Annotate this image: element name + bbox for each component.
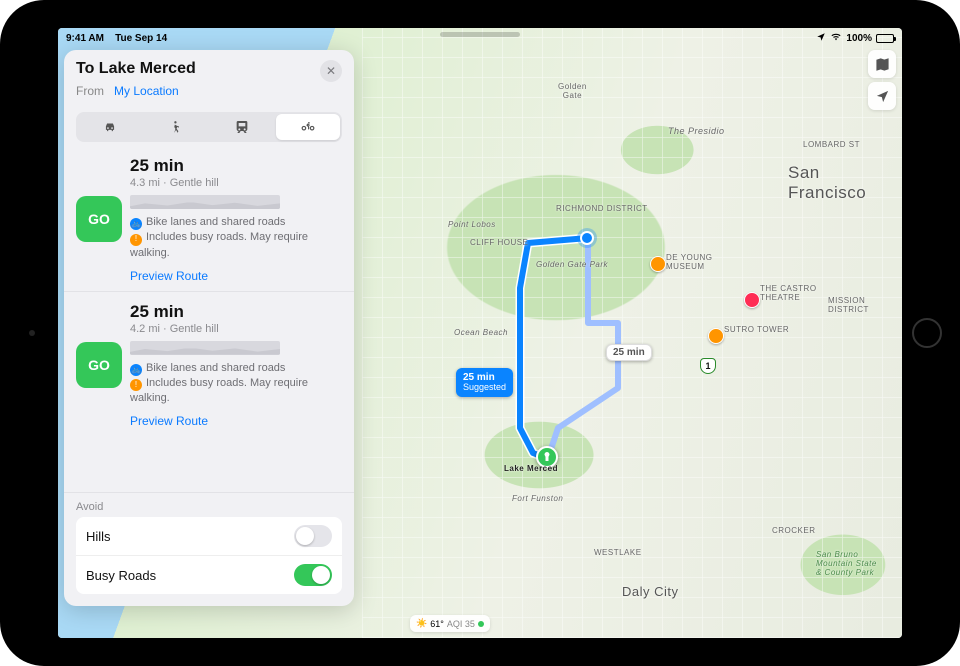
- label-presidio: The Presidio: [668, 126, 725, 136]
- battery-percent: 100%: [846, 33, 872, 44]
- weather-aqi: AQI 35: [447, 619, 475, 629]
- label-fort-funston: Fort Funston: [512, 494, 563, 503]
- advisory-bike: Bike lanes and shared roads: [146, 362, 285, 374]
- status-time: 9:41 AM: [66, 33, 104, 44]
- label-sf: San Francisco: [788, 163, 902, 203]
- avoid-row-busy: Busy Roads: [76, 555, 342, 594]
- route-duration: 25 min: [130, 156, 342, 176]
- label-golden-gate: Golden Gate: [558, 82, 587, 100]
- route-badge-suggested[interactable]: 25 min Suggested: [456, 368, 513, 397]
- highway-shield-1: 1: [700, 358, 716, 374]
- weather-temp: 61°: [430, 619, 444, 629]
- label-daly: Daly City: [622, 584, 679, 599]
- label-lake-merced: Lake Merced: [504, 464, 558, 473]
- locate-me-button[interactable]: [868, 82, 896, 110]
- battery-icon: [876, 34, 894, 43]
- map-road-grid: [362, 28, 902, 638]
- route-sub: 4.2 mi · Gentle hill: [130, 323, 342, 335]
- label-deyoung: DE YOUNG MUSEUM: [666, 253, 713, 271]
- advisory-busy: Includes busy roads. May require walking…: [130, 377, 308, 404]
- mode-cycle[interactable]: [276, 114, 340, 140]
- card-title: To Lake Merced: [76, 60, 196, 78]
- wifi-icon: [830, 32, 842, 45]
- avoid-hills-toggle[interactable]: [294, 525, 332, 547]
- transport-mode-segmented: [76, 112, 342, 142]
- avoid-title: Avoid: [76, 501, 342, 513]
- mode-walk[interactable]: [144, 114, 208, 140]
- warning-icon: !: [130, 379, 142, 391]
- preview-route-link[interactable]: Preview Route: [130, 269, 342, 283]
- weather-pill[interactable]: ☀️ 61° AQI 35: [410, 615, 490, 632]
- route-badge-alt-time: 25 min: [613, 347, 645, 358]
- routes-list: 25 min 4.3 mi · Gentle hill 🚲 Bike lanes …: [64, 142, 354, 492]
- avoid-label: Busy Roads: [86, 568, 156, 583]
- route-sub: 4.3 mi · Gentle hill: [130, 177, 342, 189]
- preview-route-link[interactable]: Preview Route: [130, 414, 342, 428]
- status-bar: 9:41 AM Tue Sep 14 100%: [58, 28, 902, 46]
- elevation-profile: [130, 195, 280, 209]
- close-button[interactable]: ✕: [320, 60, 342, 82]
- mode-drive[interactable]: [78, 114, 142, 140]
- location-services-icon: [816, 32, 826, 45]
- elevation-profile: [130, 341, 280, 355]
- label-sutro: SUTRO TOWER: [724, 325, 789, 334]
- ipad-frame: 9:41 AM Tue Sep 14 100%: [0, 0, 960, 666]
- go-button[interactable]: GO: [76, 196, 122, 242]
- sun-icon: ☀️: [416, 618, 427, 629]
- status-date: Tue Sep 14: [115, 33, 167, 44]
- current-location-dot: [580, 231, 594, 245]
- label-mission: MISSION DISTRICT: [828, 296, 869, 314]
- route-option[interactable]: 25 min 4.2 mi · Gentle hill 🚲 Bike lanes …: [64, 291, 354, 437]
- map-controls: [868, 50, 896, 110]
- label-castro: THE CASTRO THEATRE: [760, 284, 817, 302]
- poi-castro[interactable]: [744, 292, 760, 308]
- go-button[interactable]: GO: [76, 342, 122, 388]
- home-button[interactable]: [912, 318, 942, 348]
- label-ocean-beach: Ocean Beach: [454, 328, 508, 337]
- bike-lane-icon: 🚲: [130, 218, 142, 230]
- label-westlake: WESTLAKE: [594, 548, 642, 557]
- poi-sutro[interactable]: [708, 328, 724, 344]
- advisory-busy: Includes busy roads. May require walking…: [130, 231, 308, 258]
- map-style-button[interactable]: [868, 50, 896, 78]
- avoid-row-hills: Hills: [76, 517, 342, 555]
- label-san-bruno: San Bruno Mountain State & County Park: [816, 550, 877, 577]
- label-lombard: LOMBARD ST: [803, 140, 860, 149]
- close-icon: ✕: [326, 64, 336, 78]
- from-value[interactable]: My Location: [114, 84, 179, 98]
- label-ggpark: Golden Gate Park: [536, 260, 608, 269]
- label-crocker: CROCKER: [772, 526, 816, 535]
- route-duration: 25 min: [130, 302, 342, 322]
- avoid-section: Avoid Hills Busy Roads: [64, 492, 354, 606]
- route-badge-alt[interactable]: 25 min: [606, 344, 652, 361]
- from-label: From: [76, 84, 104, 98]
- aqi-dot: [478, 621, 484, 627]
- label-richmond: RICHMOND DISTRICT: [556, 204, 648, 213]
- bike-lane-icon: 🚲: [130, 364, 142, 376]
- label-cliff-house: CLIFF HOUSE: [470, 238, 528, 247]
- directions-card: To Lake Merced ✕ From My Location: [64, 50, 354, 606]
- mode-transit[interactable]: [210, 114, 274, 140]
- route-option[interactable]: 25 min 4.3 mi · Gentle hill 🚲 Bike lanes …: [64, 146, 354, 291]
- screen: 9:41 AM Tue Sep 14 100%: [58, 28, 902, 638]
- camera-dot: [29, 330, 35, 336]
- warning-icon: !: [130, 234, 142, 246]
- avoid-label: Hills: [86, 529, 111, 544]
- advisory-bike: Bike lanes and shared roads: [146, 216, 285, 228]
- poi-deyoung[interactable]: [650, 256, 666, 272]
- label-point-lobos: Point Lobos: [448, 220, 496, 229]
- route-badge-sub: Suggested: [463, 383, 506, 393]
- avoid-busy-toggle[interactable]: [294, 564, 332, 586]
